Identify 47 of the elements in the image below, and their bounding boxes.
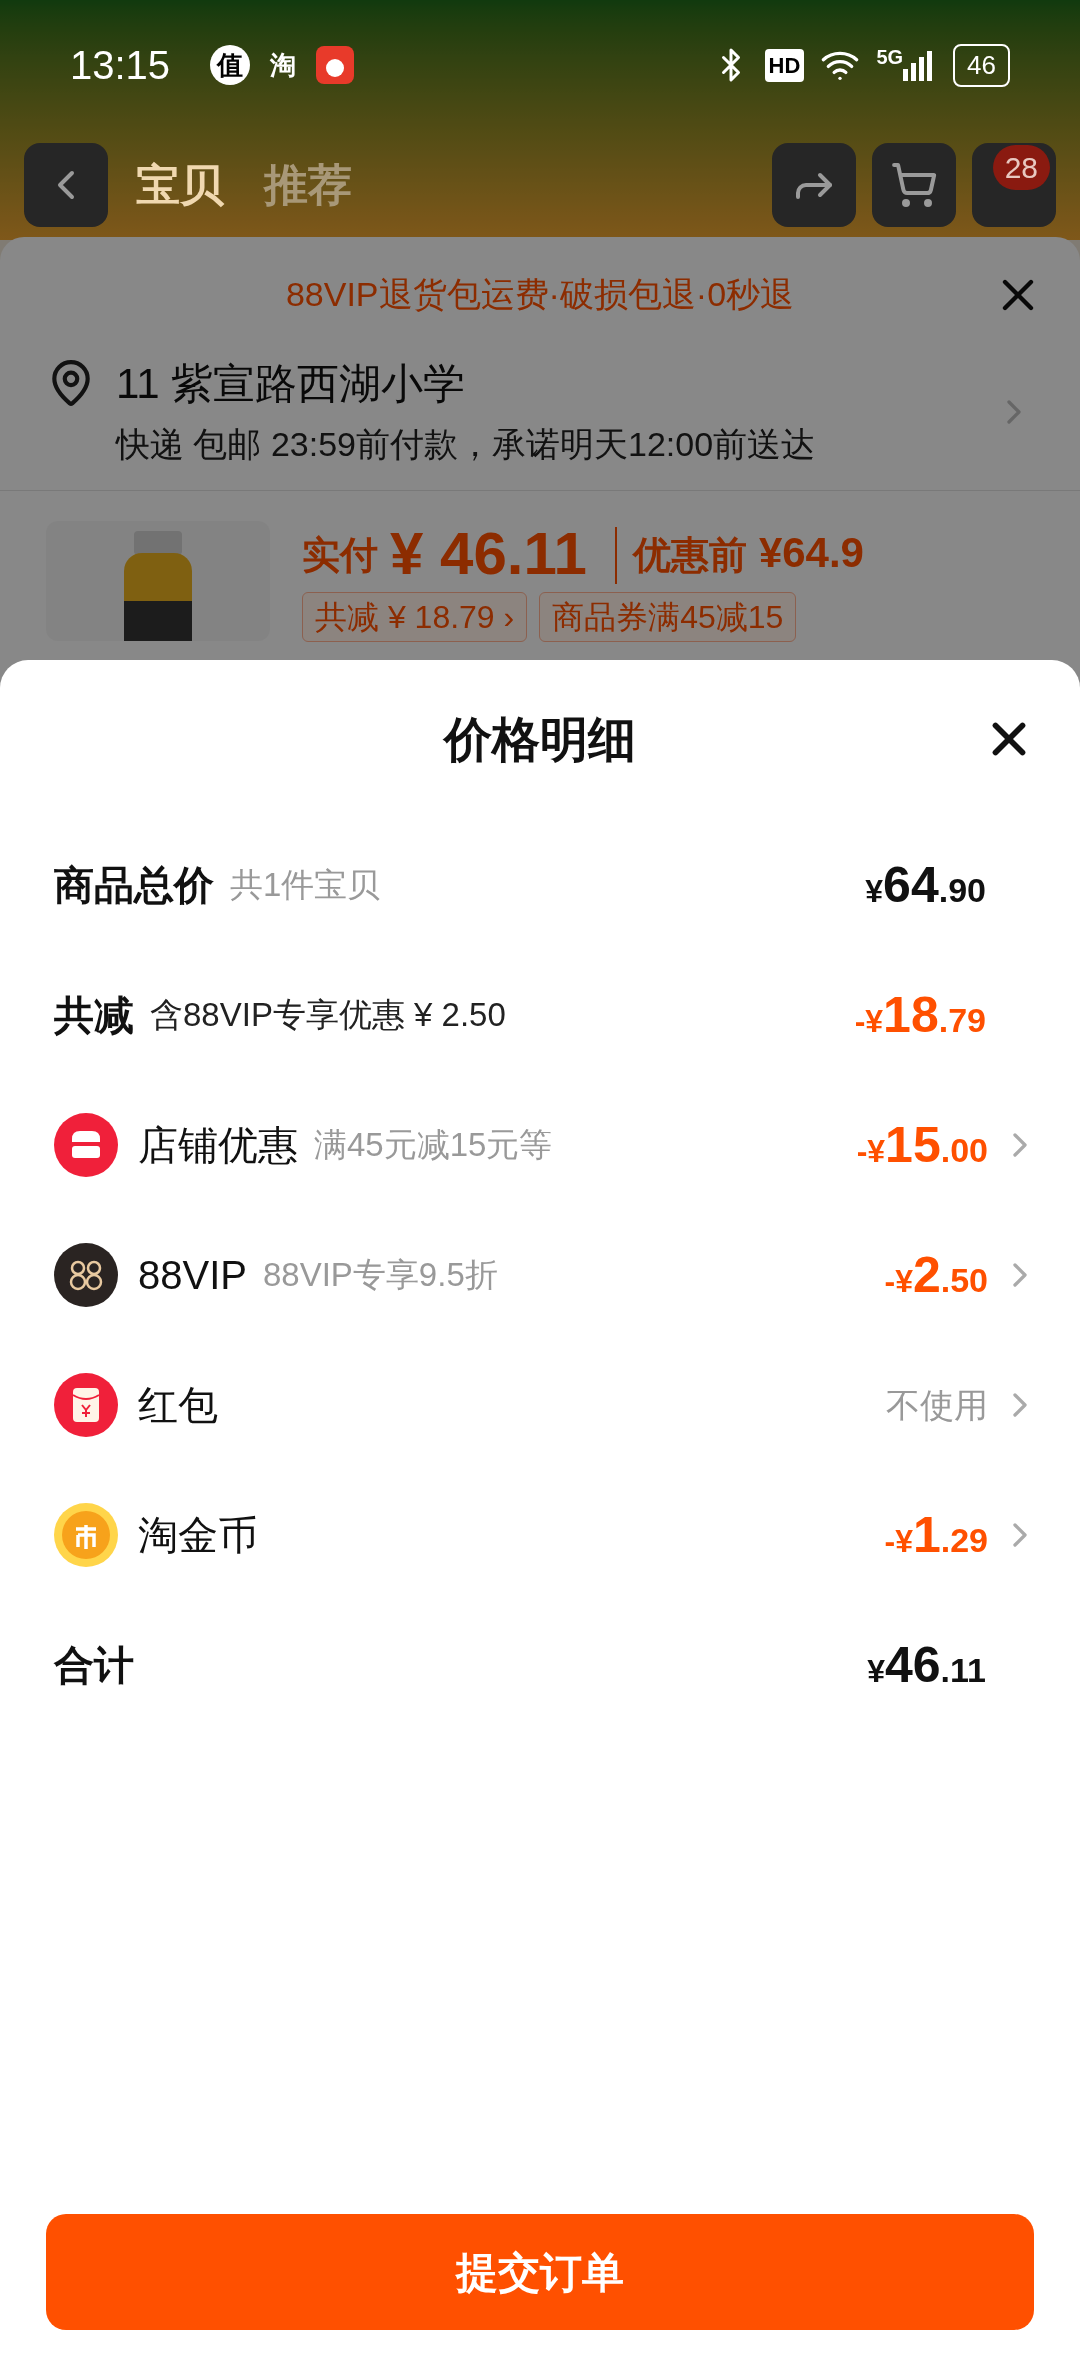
submit-button[interactable]: 提交订单 [46, 2214, 1034, 2330]
shop-icon [54, 1113, 118, 1177]
signal-icon [903, 49, 934, 81]
row-note: 满45元减15元等 [314, 1125, 553, 1166]
row-label: 红包 [138, 1382, 218, 1429]
vip-badge-icon [54, 1243, 118, 1307]
row-note: 含88VIP专享优惠 ¥ 2.50 [150, 995, 506, 1036]
paid-label: 实付 [302, 533, 378, 578]
back-button[interactable] [24, 143, 108, 227]
amount-text: -¥18.79 [854, 985, 986, 1045]
sheet-title: 价格明细 [444, 712, 636, 768]
cart-icon [890, 161, 938, 209]
row-label: 合计 [54, 1642, 134, 1689]
row-note: 共1件宝贝 [230, 865, 381, 906]
amount-text: 不使用 [886, 1384, 988, 1426]
delivery-text: 快递 包邮 23:59前付款，承诺明天12:00前送达 [116, 424, 817, 465]
app-icon [316, 46, 355, 84]
before-price: ¥64.9 [758, 528, 864, 578]
amount-text: -¥1.29 [884, 1505, 988, 1565]
discount-tag[interactable]: 共减 ¥ 18.79 › [302, 592, 528, 642]
notification-icon: 淘 [270, 45, 297, 85]
discount-tag[interactable]: 商品券满45减15 [539, 592, 797, 642]
coin-icon [54, 1503, 118, 1567]
row-label: 共减 [54, 992, 134, 1039]
count-badge: 28 [992, 145, 1050, 190]
cart-button[interactable] [872, 143, 956, 227]
row-note: 88VIP专享9.5折 [262, 1255, 498, 1296]
row-label: 淘金币 [138, 1512, 258, 1559]
address-text: 11 紫宣路西湖小学 [116, 359, 467, 409]
notice-text: 88VIP退货包运费·破损包退·0秒退 [285, 274, 795, 315]
row-label: 88VIP [138, 1252, 247, 1299]
before-label: 优惠前 [614, 527, 747, 584]
paid-price: ¥ 46.11 [390, 524, 587, 584]
amount-text: -¥15.00 [856, 1115, 988, 1175]
amount-text: ¥46.11 [867, 1635, 986, 1695]
row-label: 商品总价 [54, 862, 214, 909]
messages-button[interactable]: 28 [972, 143, 1056, 227]
nav-tab[interactable]: 宝贝 [124, 152, 236, 218]
amount-text: ¥64.90 [865, 855, 986, 915]
amount-text: -¥2.50 [884, 1245, 988, 1305]
envelope-icon [54, 1373, 118, 1437]
battery-icon: 46 [953, 43, 1010, 87]
clock-text: 13:15 [70, 42, 171, 89]
share-button[interactable] [772, 143, 856, 227]
row-label: 店铺优惠 [138, 1122, 298, 1169]
network-text: 5G [876, 45, 904, 70]
nav-tab[interactable]: 推荐 [252, 152, 364, 218]
